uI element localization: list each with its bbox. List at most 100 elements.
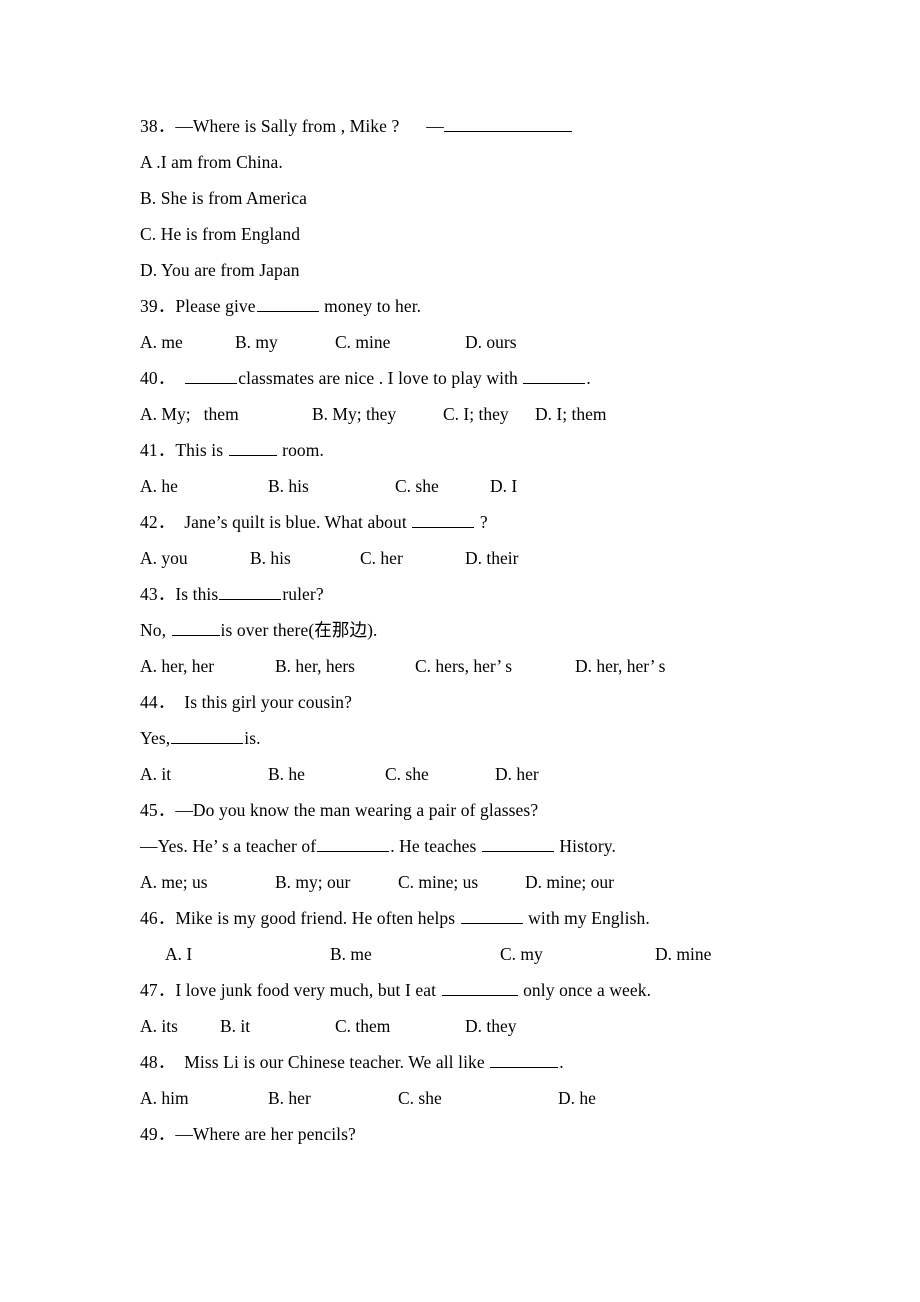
question-40-space — [518, 368, 522, 388]
question-39-option-a[interactable]: A. me — [140, 324, 183, 360]
question-48-option-c[interactable]: C. she — [398, 1080, 442, 1116]
question-43-option-d[interactable]: D. her, her’ s — [575, 648, 666, 684]
question-46-space — [455, 908, 459, 928]
question-43-stem: 43．Is this ruler? — [140, 576, 880, 612]
question-38-answer-blank[interactable] — [443, 115, 572, 132]
question-44-option-d[interactable]: D. her — [495, 756, 539, 792]
question-43-option-c[interactable]: C. hers, her’ s — [415, 648, 512, 684]
question-38-option-d[interactable]: D. You are from Japan — [140, 252, 880, 288]
question-45-line2-a: —Yes. He’ s a teacher of — [140, 836, 317, 856]
question-41-options: A. he B. his C. she D. I — [140, 468, 880, 504]
question-44-answer-blank[interactable] — [171, 727, 244, 744]
question-45-option-a[interactable]: A. me; us — [140, 864, 208, 900]
question-47-answer-blank[interactable] — [441, 979, 518, 996]
question-46-stem: 46．Mike is my good friend. He often help… — [140, 900, 880, 936]
question-38-option-c[interactable]: C. He is from England — [140, 216, 880, 252]
question-43-option-a[interactable]: A. her, her — [140, 648, 214, 684]
question-43-answer-blank-2[interactable] — [171, 619, 220, 636]
question-48-option-b[interactable]: B. her — [268, 1080, 311, 1116]
question-44-option-a[interactable]: A. it — [140, 756, 171, 792]
question-45-option-d[interactable]: D. mine; our — [525, 864, 614, 900]
question-48-text-after: . — [559, 1052, 564, 1072]
question-45-answer-blank-2[interactable] — [481, 835, 554, 852]
question-41-text-before: This is — [175, 440, 224, 460]
question-42-option-c[interactable]: C. her — [360, 540, 403, 576]
question-48-gap — [175, 1052, 184, 1072]
question-46-option-c[interactable]: C. my — [500, 936, 543, 972]
question-40-option-b[interactable]: B. My; they — [312, 396, 396, 432]
question-42-space — [407, 512, 411, 532]
question-38-text: —Where is Sally from , Mike ? — [175, 116, 400, 136]
question-44-stem-line2: Yes, is. — [140, 720, 880, 756]
question-43-text-after: ruler? — [282, 584, 324, 604]
question-45-line2-b: . He teaches — [390, 836, 477, 856]
question-44-stem: 44． Is this girl your cousin? — [140, 684, 880, 720]
question-48-answer-blank[interactable] — [490, 1051, 559, 1068]
question-48-option-a[interactable]: A. him — [140, 1080, 189, 1116]
question-42-option-a[interactable]: A. you — [140, 540, 188, 576]
question-43-stem-line2: No, is over there(在那边). — [140, 612, 880, 648]
question-41-answer-blank[interactable] — [228, 439, 277, 456]
question-40-option-a[interactable]: A. My; them — [140, 396, 239, 432]
question-43-option-b[interactable]: B. her, hers — [275, 648, 355, 684]
question-40-answer-blank-2[interactable] — [523, 367, 586, 384]
question-41-option-b[interactable]: B. his — [268, 468, 309, 504]
question-39-answer-blank[interactable] — [256, 295, 319, 312]
question-38-option-a[interactable]: A .I am from China. — [140, 144, 880, 180]
question-41-stem: 41．This is room. — [140, 432, 880, 468]
question-46-answer-blank[interactable] — [460, 907, 523, 924]
question-47-option-d[interactable]: D. they — [465, 1008, 517, 1044]
question-40-stem: 40． classmates are nice . I love to play… — [140, 360, 880, 396]
question-41-option-d[interactable]: D. I — [490, 468, 517, 504]
document-page: 38．—Where is Sally from , Mike ? — A .I … — [0, 0, 920, 1302]
question-42-option-b[interactable]: B. his — [250, 540, 291, 576]
question-42-text-before: Jane’s quilt is blue. What about — [184, 512, 407, 532]
question-41-option-a[interactable]: A. he — [140, 468, 178, 504]
question-45-answer-blank-1[interactable] — [317, 835, 390, 852]
question-48-option-d[interactable]: D. he — [558, 1080, 596, 1116]
question-47-text-before: I love junk food very much, but I eat — [175, 980, 437, 1000]
question-47-option-a[interactable]: A. its — [140, 1008, 178, 1044]
question-42-option-d[interactable]: D. their — [465, 540, 518, 576]
question-48-stem: 48． Miss Li is our Chinese teacher. We a… — [140, 1044, 880, 1080]
question-44-line2-after: is. — [244, 728, 261, 748]
question-45-space — [476, 836, 480, 856]
question-40-option-d[interactable]: D. I; them — [535, 396, 606, 432]
question-41-option-c[interactable]: C. she — [395, 468, 439, 504]
question-45-option-c[interactable]: C. mine; us — [398, 864, 478, 900]
question-38-dash: — — [426, 116, 444, 136]
question-40-text-after: . — [586, 368, 591, 388]
question-48-text-before: Miss Li is our Chinese teacher. We all l… — [184, 1052, 485, 1072]
question-38-option-b[interactable]: B. She is from America — [140, 180, 880, 216]
question-46-text-after: with my English. — [528, 908, 650, 928]
question-44-text: Is this girl your cousin? — [184, 692, 353, 712]
question-39-option-c[interactable]: C. mine — [335, 324, 390, 360]
question-45-text: —Do you know the man wearing a pair of g… — [175, 800, 539, 820]
question-47-stem: 47．I love junk food very much, but I eat… — [140, 972, 880, 1008]
question-46-option-a[interactable]: A. I — [165, 936, 192, 972]
question-46-text-before: Mike is my good friend. He often helps — [175, 908, 456, 928]
question-45-stem-line2: —Yes. He’ s a teacher of . He teaches His… — [140, 828, 880, 864]
question-42-stem: 42． Jane’s quilt is blue. What about ? — [140, 504, 880, 540]
question-39-option-b[interactable]: B. my — [235, 324, 278, 360]
question-47-space — [436, 980, 440, 1000]
question-39-text-before: Please give — [175, 296, 256, 316]
question-42-answer-blank[interactable] — [412, 511, 475, 528]
question-45-options: A. me; us B. my; our C. mine; us D. mine… — [140, 864, 880, 900]
question-39-stem: 39．Please give money to her. — [140, 288, 880, 324]
question-38-gap — [399, 116, 426, 136]
question-40-option-c[interactable]: C. I; they — [443, 396, 509, 432]
question-39-option-d[interactable]: D. ours — [465, 324, 517, 360]
question-43-answer-blank-1[interactable] — [219, 583, 282, 600]
question-44-option-c[interactable]: C. she — [385, 756, 429, 792]
question-46-option-d[interactable]: D. mine — [655, 936, 711, 972]
question-47-text-after: only once a week. — [523, 980, 652, 1000]
question-40-answer-blank-1[interactable] — [185, 367, 238, 384]
question-45-line2-c: History. — [559, 836, 616, 856]
question-46-option-b[interactable]: B. me — [330, 936, 372, 972]
question-44-option-b[interactable]: B. he — [268, 756, 305, 792]
question-45-option-b[interactable]: B. my; our — [275, 864, 350, 900]
question-39-text-after-2: money to her. — [324, 296, 422, 316]
question-47-option-c[interactable]: C. them — [335, 1008, 390, 1044]
question-47-option-b[interactable]: B. it — [220, 1008, 250, 1044]
